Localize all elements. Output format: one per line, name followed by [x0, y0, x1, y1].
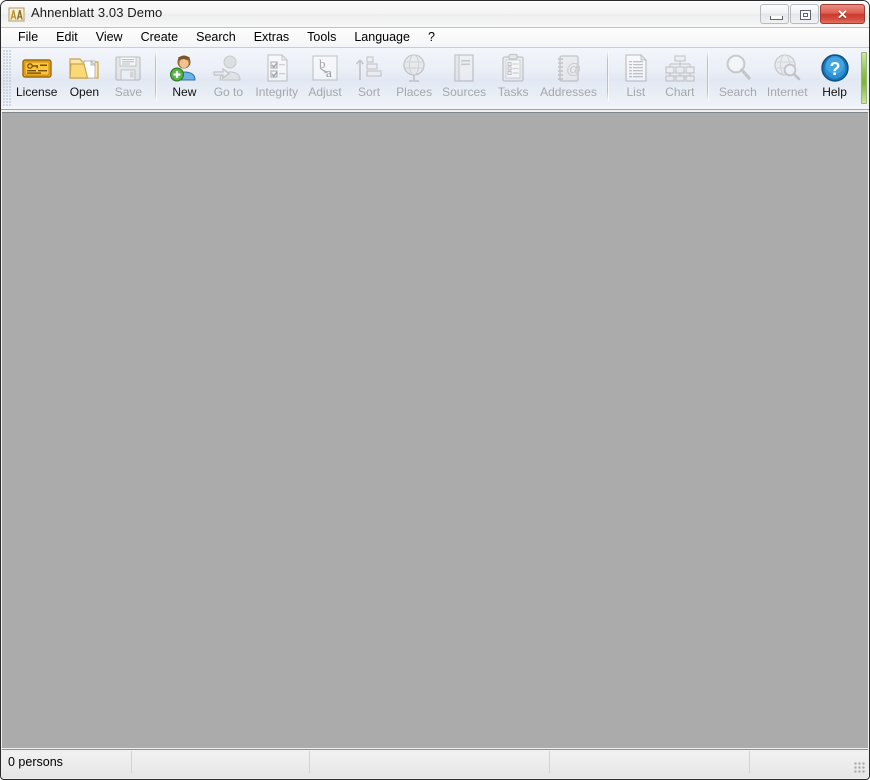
toolbar-button-open[interactable]: Open: [63, 49, 105, 105]
goto-person-icon: [212, 52, 244, 84]
toolbar-button-search[interactable]: Search: [715, 49, 761, 105]
toolbar-button-internet[interactable]: Internet: [763, 49, 812, 105]
toolbar-button-goto[interactable]: Go to: [207, 49, 249, 105]
addresses-notebook-icon: @: [552, 52, 584, 84]
places-globe-icon: [398, 52, 430, 84]
menu-bar: File Edit View Create Search Extras Tool…: [1, 28, 869, 48]
toolbar-label-addresses: Addresses: [540, 86, 597, 99]
internet-globe-search-icon: [771, 52, 803, 84]
toolbar-button-save[interactable]: Save: [107, 49, 149, 105]
toolbar-label-save: Save: [115, 86, 142, 99]
toolbar-label-sources: Sources: [442, 86, 486, 99]
status-panel-3: [310, 751, 550, 773]
toolbar-button-integrity[interactable]: Integrity: [251, 49, 302, 105]
menu-item-tools[interactable]: Tools: [298, 28, 345, 47]
svg-text:@: @: [566, 61, 581, 78]
adjust-text-icon: b a: [309, 52, 341, 84]
toolbar-label-adjust: Adjust: [308, 86, 341, 99]
toolbar-drag-grip[interactable]: [3, 50, 11, 106]
toolbar-label-tasks: Tasks: [498, 86, 529, 99]
toolbar-label-integrity: Integrity: [255, 86, 298, 99]
toolbar-button-adjust[interactable]: b a Adjust: [304, 49, 346, 105]
help-question-icon: ?: [819, 52, 851, 84]
maximize-button[interactable]: [790, 4, 819, 24]
toolbar-label-sort: Sort: [358, 86, 380, 99]
toolbar-label-internet: Internet: [767, 86, 808, 99]
menu-item-language[interactable]: Language: [345, 28, 419, 47]
toolbar-separator-1: [155, 51, 157, 101]
open-folder-icon: [68, 52, 100, 84]
maximize-icon: [800, 10, 811, 20]
toolbar-button-places[interactable]: Places: [392, 49, 436, 105]
client-area: [2, 112, 868, 748]
toolbar-label-list: List: [626, 86, 645, 99]
toolbar-button-help[interactable]: ? Help: [814, 49, 856, 105]
toolbar-group-edit: New Go to: [162, 48, 601, 106]
toolbar-label-chart: Chart: [665, 86, 694, 99]
toolbar-label-places: Places: [396, 86, 432, 99]
svg-text:?: ?: [829, 59, 840, 79]
menu-item-edit[interactable]: Edit: [47, 28, 87, 47]
resize-grip[interactable]: [854, 762, 866, 774]
window-title: Ahnenblatt 3.03 Demo: [31, 5, 162, 20]
toolbar-button-addresses[interactable]: @ Addresses: [536, 49, 601, 105]
toolbar-label-new: New: [172, 86, 196, 99]
title-bar[interactable]: Ahnenblatt 3.03 Demo ✕: [1, 1, 869, 28]
toolbar-group-output: List: [614, 48, 702, 106]
integrity-checklist-icon: [261, 52, 293, 84]
toolbar-button-chart[interactable]: Chart: [659, 49, 701, 105]
toolbar-label-goto: Go to: [214, 86, 243, 99]
toolbar-button-sources[interactable]: Sources: [438, 49, 490, 105]
toolbar-button-list[interactable]: List: [615, 49, 657, 105]
toolbar-label-open: Open: [70, 86, 99, 99]
menu-item-extras[interactable]: Extras: [245, 28, 298, 47]
toolbar-label-search: Search: [719, 86, 757, 99]
toolbar: License Open: [1, 48, 869, 110]
toolbar-label-license: License: [16, 86, 57, 99]
minimize-icon: [770, 16, 783, 20]
status-panel-2: [132, 751, 310, 773]
menu-item-create[interactable]: Create: [132, 28, 188, 47]
status-bar: 0 persons: [2, 749, 868, 778]
chart-tree-icon: [664, 52, 696, 84]
toolbar-group-help: Search Internet: [714, 48, 857, 106]
menu-item-help[interactable]: ?: [419, 28, 444, 47]
toolbar-button-new[interactable]: New: [163, 49, 205, 105]
search-magnifier-icon: [722, 52, 754, 84]
status-panel-person-count: 0 persons: [2, 751, 132, 773]
toolbar-button-tasks[interactable]: Tasks: [492, 49, 534, 105]
list-document-icon: [620, 52, 652, 84]
minimize-button[interactable]: [760, 4, 789, 24]
toolbar-button-sort[interactable]: Sort: [348, 49, 390, 105]
close-button[interactable]: ✕: [820, 4, 865, 24]
caption-button-group: ✕: [759, 4, 865, 25]
toolbar-separator-2: [607, 51, 609, 101]
toolbar-overflow-indicator[interactable]: [861, 52, 867, 104]
sort-ascending-icon: [353, 52, 385, 84]
menu-item-view[interactable]: View: [87, 28, 132, 47]
ahnenblatt-icon: [8, 6, 25, 23]
toolbar-group-file: License Open: [11, 48, 150, 106]
license-card-icon: [21, 52, 53, 84]
status-panel-5: [750, 751, 868, 773]
status-panel-4: [550, 751, 750, 773]
application-window: Ahnenblatt 3.03 Demo ✕ File Edit View Cr…: [0, 0, 870, 780]
new-person-icon: [168, 52, 200, 84]
close-icon: ✕: [821, 5, 864, 23]
status-bar-panels: 0 persons: [2, 751, 868, 773]
toolbar-label-help: Help: [822, 86, 847, 99]
toolbar-button-license[interactable]: License: [12, 49, 61, 105]
toolbar-separator-3: [707, 51, 709, 101]
tasks-clipboard-icon: [497, 52, 529, 84]
sources-book-icon: [448, 52, 480, 84]
menu-item-search[interactable]: Search: [187, 28, 245, 47]
menu-item-file[interactable]: File: [9, 28, 47, 47]
save-floppy-icon: [112, 52, 144, 84]
